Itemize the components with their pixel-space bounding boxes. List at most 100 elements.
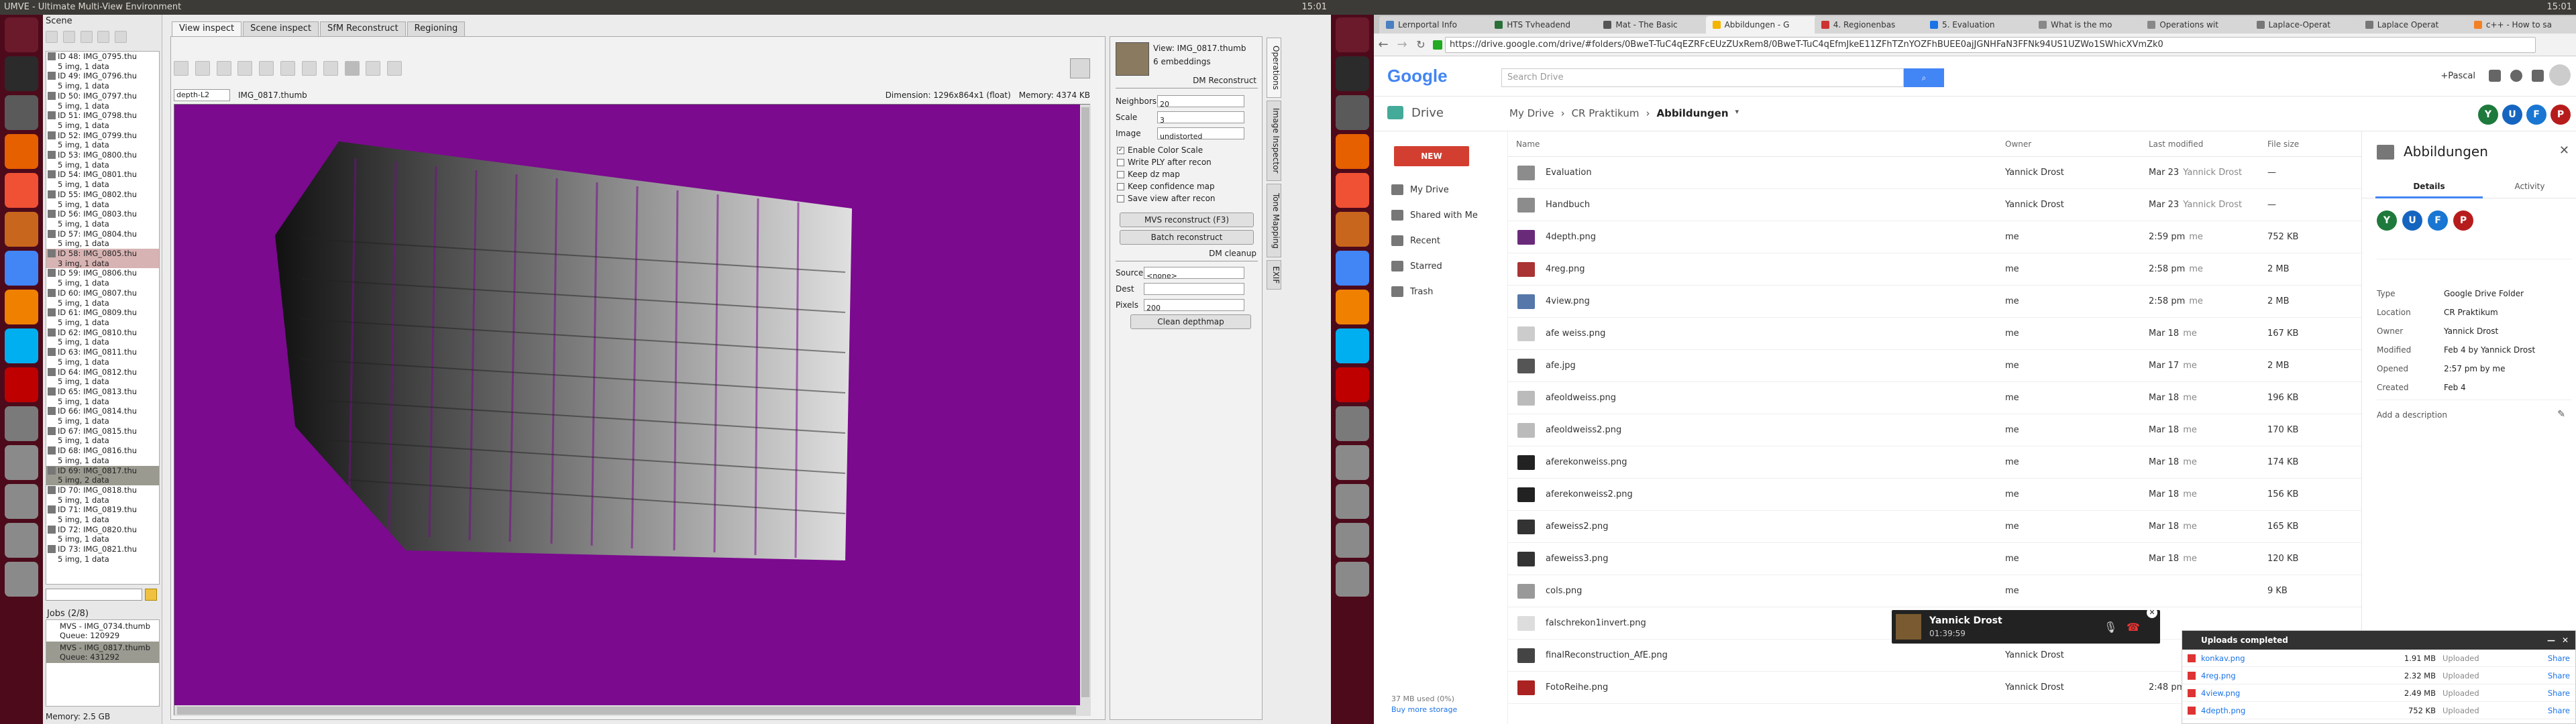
drive-icon[interactable]: [1336, 445, 1369, 480]
scene-item-21[interactable]: ID 69: IMG_0817.thu: [46, 465, 159, 476]
scene-item-11[interactable]: ID 59: IMG_0806.thu: [46, 268, 159, 278]
file-row[interactable]: 4view.png me 2:58 pm me 2 MB: [1508, 286, 2361, 318]
scene-item-4[interactable]: ID 52: IMG_0799.thu: [46, 131, 159, 141]
checkbox-4[interactable]: Save view after recon: [1117, 192, 1258, 204]
firefox-icon[interactable]: [1336, 134, 1369, 169]
scene-item-sub[interactable]: 5 img, 1 data: [46, 81, 159, 91]
collaborator-avatar[interactable]: Y: [2478, 105, 2498, 125]
forward-icon[interactable]: →: [1393, 38, 1411, 52]
zoom-out-icon[interactable]: [301, 61, 317, 76]
scene-item-13[interactable]: ID 61: IMG_0809.thu: [46, 308, 159, 318]
scene-item-sub[interactable]: 5 img, 1 data: [46, 298, 159, 308]
checkbox-box[interactable]: [1117, 182, 1124, 190]
tab-view-inspect[interactable]: View inspect: [172, 21, 242, 36]
minimize-icon[interactable]: —: [2547, 631, 2555, 650]
drive-icon[interactable]: [5, 523, 38, 558]
google-logo[interactable]: Google: [1387, 66, 1448, 86]
scene-item-19[interactable]: ID 67: IMG_0815.thu: [46, 426, 159, 436]
nav-item-3[interactable]: Starred: [1391, 253, 1505, 279]
back-icon[interactable]: ←: [1374, 38, 1393, 52]
file-row[interactable]: 4reg.png me 2:58 pm me 2 MB: [1508, 253, 2361, 286]
collaborator-avatar[interactable]: U: [2502, 105, 2522, 125]
open-scene-icon[interactable]: [62, 31, 75, 43]
file-row[interactable]: afe weiss.png me Mar 18 me 167 KB: [1508, 318, 2361, 350]
browser-tab-5[interactable]: 5. Evaluation: [1923, 16, 2035, 34]
scene-item-sub[interactable]: 5 img, 1 data: [46, 62, 159, 72]
terminal-icon[interactable]: [5, 56, 38, 91]
share-link[interactable]: Share: [2548, 654, 2570, 663]
col-name[interactable]: Name: [1516, 139, 1540, 149]
batch-reconstruct-button[interactable]: Batch reconstruct: [1120, 230, 1254, 245]
col-modified[interactable]: Last modified: [2149, 139, 2203, 149]
scene-item-24[interactable]: ID 72: IMG_0820.thu: [46, 525, 159, 535]
scene-item-17[interactable]: ID 65: IMG_0813.thu: [46, 387, 159, 397]
file-row[interactable]: aferekonweiss.png me Mar 18 me 174 KB: [1508, 446, 2361, 479]
reload-scene-icon[interactable]: [97, 31, 110, 43]
reload-icon[interactable]: ↻: [1411, 38, 1430, 51]
scene-item-5[interactable]: ID 53: IMG_0800.thu: [46, 150, 159, 160]
nav-item-2[interactable]: Recent: [1391, 228, 1505, 253]
browser-tab-1[interactable]: HTS Tvheadend: [1488, 16, 1600, 34]
scene-item-7[interactable]: ID 55: IMG_0802.thu: [46, 190, 159, 200]
scene-item-22[interactable]: ID 70: IMG_0818.thu: [46, 485, 159, 495]
scene-item-23[interactable]: ID 71: IMG_0819.thu: [46, 505, 159, 515]
clean-depthmap-button[interactable]: Clean depthmap: [1130, 314, 1251, 329]
file-row[interactable]: 4depth.png me 2:59 pm me 752 KB: [1508, 221, 2361, 253]
upload-name[interactable]: 4view.png: [2201, 688, 2389, 698]
browser-tab-9[interactable]: Laplace Operat: [2358, 16, 2470, 34]
collaborator-avatar[interactable]: F: [2526, 105, 2546, 125]
share-link[interactable]: Share: [2548, 706, 2570, 715]
drive-icon[interactable]: [1336, 523, 1369, 558]
browser-tab-10[interactable]: c++ - How to sa: [2467, 16, 2576, 34]
scene-item-sub[interactable]: 5 img, 1 data: [46, 377, 159, 387]
collaborator-avatar[interactable]: P: [2551, 105, 2571, 125]
chrome-icon[interactable]: [5, 251, 38, 286]
file-row[interactable]: Evaluation Yannick Drost Mar 23 Yannick Dro…: [1508, 157, 2361, 189]
scene-item-16[interactable]: ID 64: IMG_0812.thu: [46, 367, 159, 377]
dash-icon[interactable]: [1336, 17, 1369, 52]
collaborator-avatar[interactable]: F: [2428, 210, 2448, 231]
tab-sfm-reconstruct[interactable]: SfM Reconstruct: [320, 21, 406, 36]
jobs-list[interactable]: MVS - IMG_0734.thumb Queue: 120929 MVS -…: [46, 619, 160, 707]
export-icon[interactable]: [259, 61, 274, 76]
files-icon[interactable]: [5, 95, 38, 130]
close-scene-icon[interactable]: [115, 31, 127, 43]
scene-item-sub[interactable]: 5 img, 1 data: [46, 436, 159, 446]
browser-tab-6[interactable]: What is the mo: [2032, 16, 2144, 34]
upload-name[interactable]: konkav.png: [2201, 654, 2389, 663]
edit-icon[interactable]: ✎: [2557, 409, 2565, 420]
pixels-input[interactable]: 200: [1144, 299, 1244, 312]
share-icon[interactable]: [2532, 70, 2544, 82]
image-select[interactable]: undistorted: [1157, 127, 1244, 141]
scene-item-14[interactable]: ID 62: IMG_0810.thu: [46, 328, 159, 338]
settings-icon[interactable]: [1336, 212, 1369, 247]
scene-item-10[interactable]: ID 58: IMG_0805.thu: [46, 249, 159, 259]
avatar[interactable]: [2549, 64, 2571, 86]
file-row[interactable]: cols.png me 9 KB: [1508, 575, 2361, 607]
collaborator-avatar[interactable]: Y: [2377, 210, 2397, 231]
scene-item-sub[interactable]: 5 img, 1 data: [46, 121, 159, 131]
checkbox-2[interactable]: Keep dz map: [1117, 168, 1258, 180]
new-button[interactable]: NEW: [1394, 146, 1469, 166]
nav-item-1[interactable]: Shared with Me: [1391, 202, 1505, 228]
search-button[interactable]: ⌕: [1904, 68, 1944, 87]
scene-item-sub[interactable]: 5 img, 2 data: [46, 475, 159, 485]
terminal-icon[interactable]: [1336, 56, 1369, 91]
source-select[interactable]: <none>: [1144, 267, 1244, 280]
checkbox-0[interactable]: ✓ Enable Color Scale: [1117, 144, 1258, 156]
nav-item-4[interactable]: Trash: [1391, 279, 1505, 304]
scene-item-sub[interactable]: 5 img, 1 data: [46, 337, 159, 347]
collaborator-avatar[interactable]: U: [2402, 210, 2422, 231]
scene-item-sub[interactable]: 5 img, 1 data: [46, 554, 159, 564]
checkbox-box[interactable]: [1117, 194, 1124, 202]
files-icon[interactable]: [1336, 95, 1369, 130]
firefox-icon[interactable]: [5, 134, 38, 169]
breadcrumb-item[interactable]: CR Praktikum: [1572, 107, 1640, 119]
filezilla-icon[interactable]: [1336, 367, 1369, 402]
folder-icon[interactable]: [195, 61, 210, 76]
file-row[interactable]: afeoldweiss.png me Mar 18 me 196 KB: [1508, 382, 2361, 414]
upload-name[interactable]: 4reg.png: [2201, 671, 2389, 680]
browser-tab-7[interactable]: Operations wit: [2141, 16, 2253, 34]
scene-item-sub[interactable]: 5 img, 1 data: [46, 318, 159, 328]
vtab-exif[interactable]: EXIF: [1267, 260, 1281, 290]
